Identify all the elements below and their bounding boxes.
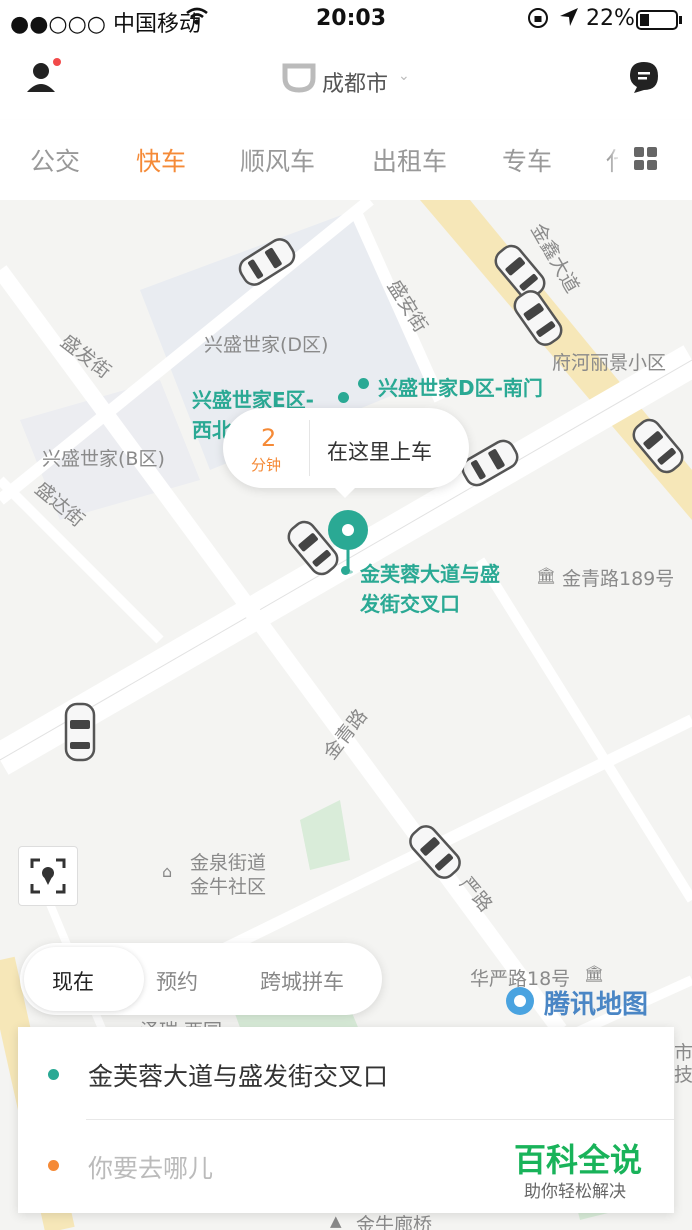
watermark-text: 腾讯地图 [544, 990, 649, 1020]
tencent-map-logo-icon [506, 987, 534, 1015]
origin-dot [48, 1069, 59, 1080]
bubble-divider [309, 420, 310, 476]
route-divider [86, 1119, 674, 1120]
destination-field[interactable]: 你要去哪儿 [88, 1149, 213, 1185]
clock: 20:03 [316, 6, 387, 31]
city-label: 成都市 [322, 72, 389, 97]
map-label: 金牛廊桥 [356, 1214, 433, 1230]
map-label: 金泉街道 [190, 852, 267, 874]
overlay-subtitle: 助你轻松解决 [524, 1182, 626, 1202]
message-icon [630, 62, 658, 93]
poi-dot [338, 392, 349, 403]
wifi-icon [184, 4, 210, 36]
park-icon: ▲ [330, 1212, 342, 1230]
pickup-pin-icon [328, 510, 368, 574]
pickup-bubble[interactable]: 2 分钟 在这里上车 [223, 408, 469, 498]
location-arrow-icon [558, 6, 580, 34]
more-services-button[interactable] [620, 120, 692, 200]
map-label: 金牛社区 [190, 876, 267, 898]
home-icon: ⌂ [162, 862, 173, 881]
time-mode-selector: 现在 预约 跨城拼车 [20, 943, 382, 1015]
map-label: 金青路189号 [562, 568, 675, 590]
map-label: 技 [674, 1064, 692, 1086]
service-tabs: 公交 快车 顺风车 出租车 专车 代 [0, 120, 692, 200]
eta-minutes: 2 [261, 424, 277, 452]
chevron-down-icon: ⌄ [398, 68, 410, 84]
didi-logo-icon [282, 63, 316, 93]
tab-premier[interactable]: 专车 [502, 142, 552, 178]
poi-label-green: 金芙蓉大道与盛 [360, 562, 500, 586]
poi-label-green: 兴盛世家D区-南门 [378, 376, 543, 400]
tab-express[interactable]: 快车 [136, 142, 186, 178]
tab-hitch[interactable]: 顺风车 [240, 142, 315, 178]
tab-designated-driver[interactable]: 代 [606, 142, 618, 178]
top-nav: 成都市 ⌄ [0, 38, 692, 120]
route-card: 金芙蓉大道与盛发街交叉口 你要去哪儿 百科全说 助你轻松解决 [18, 1027, 674, 1213]
pickup-text: 在这里上车 [327, 440, 432, 464]
poi-dot [358, 378, 369, 389]
mode-now[interactable]: 现在 [52, 966, 94, 996]
user-button[interactable] [24, 58, 64, 102]
eta-unit: 分钟 [251, 456, 282, 474]
destination-dot [48, 1160, 59, 1171]
map-label: 兴盛世家(D区) [204, 334, 329, 356]
battery-percent: 22% [586, 6, 635, 31]
rotation-lock-icon [526, 6, 550, 36]
message-button[interactable] [628, 60, 660, 98]
mode-intercity-carpool[interactable]: 跨城拼车 [260, 966, 344, 996]
map-label: 兴盛世家(B区) [42, 448, 165, 470]
tab-taxi[interactable]: 出租车 [372, 142, 447, 178]
poi-label-green: 发街交叉口 [360, 592, 460, 616]
origin-field[interactable]: 金芙蓉大道与盛发街交叉口 [88, 1057, 388, 1093]
locate-button[interactable] [18, 846, 78, 906]
tab-bus[interactable]: 公交 [30, 142, 80, 178]
poi-icon: 🏛 [536, 566, 557, 585]
poi-icon: 🏛 [584, 964, 605, 983]
status-bar: ●●○○○ 中国移动 20:03 22% [0, 0, 692, 38]
map-label: 府河丽景小区 [552, 352, 667, 374]
user-icon [27, 58, 61, 92]
locate-icon [30, 858, 66, 894]
overlay-title: 百科全说 [514, 1141, 643, 1179]
grid-icon [634, 147, 657, 170]
mode-reserve[interactable]: 预约 [156, 966, 198, 996]
carrier-label: ●●○○○ 中国移动 [10, 12, 201, 37]
battery-icon [636, 9, 684, 37]
